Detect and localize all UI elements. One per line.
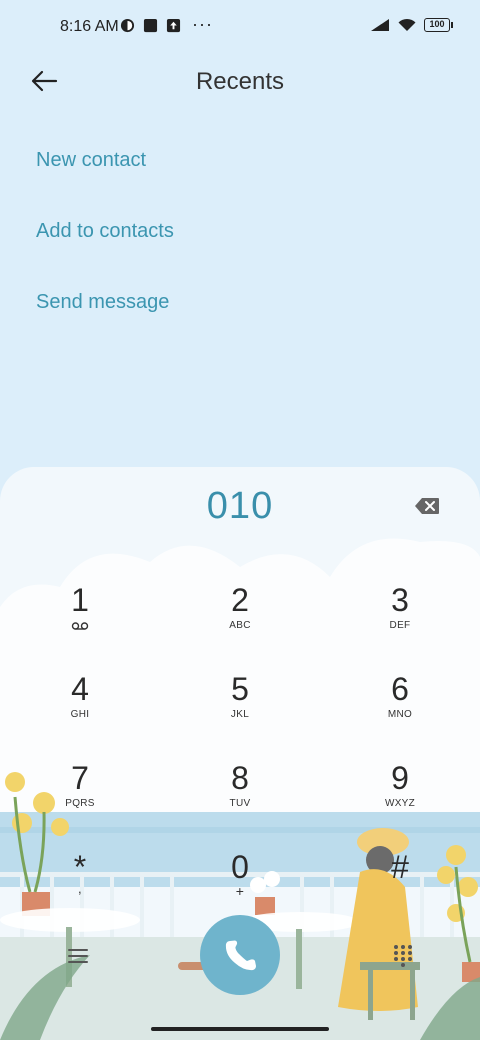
key-digit: 4 [71,671,89,707]
key-letters: TUV [229,798,251,809]
key-8[interactable]: 8 TUV [185,760,295,836]
key-digit: 9 [391,760,409,796]
key-0[interactable]: 0 + [185,849,295,925]
key-digit: 2 [231,582,249,618]
key-letters: WXYZ [384,798,416,809]
hamburger-menu-icon [68,949,88,963]
key-digit: * [73,849,87,885]
upload-icon [166,18,181,33]
phone-icon [225,940,256,971]
new-contact-button[interactable]: New contact [36,130,174,201]
wifi-icon [398,18,416,31]
key-letters: PQRS [65,798,95,809]
key-star[interactable]: * , [25,849,135,925]
dialer-panel: 010 1 2 ABC 3 DEF 4 GHI 5 JKL 6 MNO 7 PQ… [0,467,480,1040]
voicemail-icon [71,622,89,630]
key-digit: 1 [71,582,89,618]
key-hash[interactable]: # [345,849,455,925]
battery-icon: 100 [424,18,453,32]
send-message-button[interactable]: Send message [36,272,174,343]
key-digit: # [391,849,409,885]
backspace-icon [415,498,439,514]
key-digit: 5 [231,671,249,707]
key-letters: + [235,883,245,899]
key-letters: MNO [387,709,413,720]
key-digit: 8 [231,760,249,796]
key-letters: DEF [389,620,411,631]
battery-level: 100 [429,19,445,29]
key-4[interactable]: 4 GHI [25,671,135,747]
key-digit: 7 [71,760,89,796]
key-digit: 3 [391,582,409,618]
key-9[interactable]: 9 WXYZ [345,760,455,836]
key-2[interactable]: 2 ABC [185,582,295,658]
status-bar: 8:16 AM ··· 100 [0,0,480,56]
menu-button[interactable] [66,945,90,967]
backspace-button[interactable] [414,497,440,515]
key-1[interactable]: 1 [25,582,135,658]
status-system-icons: 100 [370,18,453,32]
status-more-dots: ··· [192,14,213,34]
dialed-number: 010 [206,485,274,527]
key-7[interactable]: 7 PQRS [25,760,135,836]
status-notification-icons [120,18,181,33]
keypad-toggle-button[interactable] [392,943,414,967]
key-digit: 6 [391,671,409,707]
sync-icon [120,18,135,33]
status-time: 8:16 AM [60,18,119,35]
add-to-contacts-button[interactable]: Add to contacts [36,201,174,272]
key-6[interactable]: 6 MNO [345,671,455,747]
home-indicator[interactable] [151,1027,329,1031]
square-app-icon [143,18,158,33]
key-3[interactable]: 3 DEF [345,582,455,658]
key-letters: JKL [230,709,250,720]
signal-icon [371,19,389,31]
key-letters: GHI [70,709,90,720]
call-button[interactable] [200,915,280,995]
action-menu: New contact Add to contacts Send message [36,130,174,343]
key-digit: 0 [231,849,249,885]
key-letters: ABC [229,620,251,631]
key-5[interactable]: 5 JKL [185,671,295,747]
header: Recents [0,56,480,108]
dialpad-icon [394,945,412,967]
key-letters: , [78,881,82,896]
page-title: Recents [195,68,285,95]
